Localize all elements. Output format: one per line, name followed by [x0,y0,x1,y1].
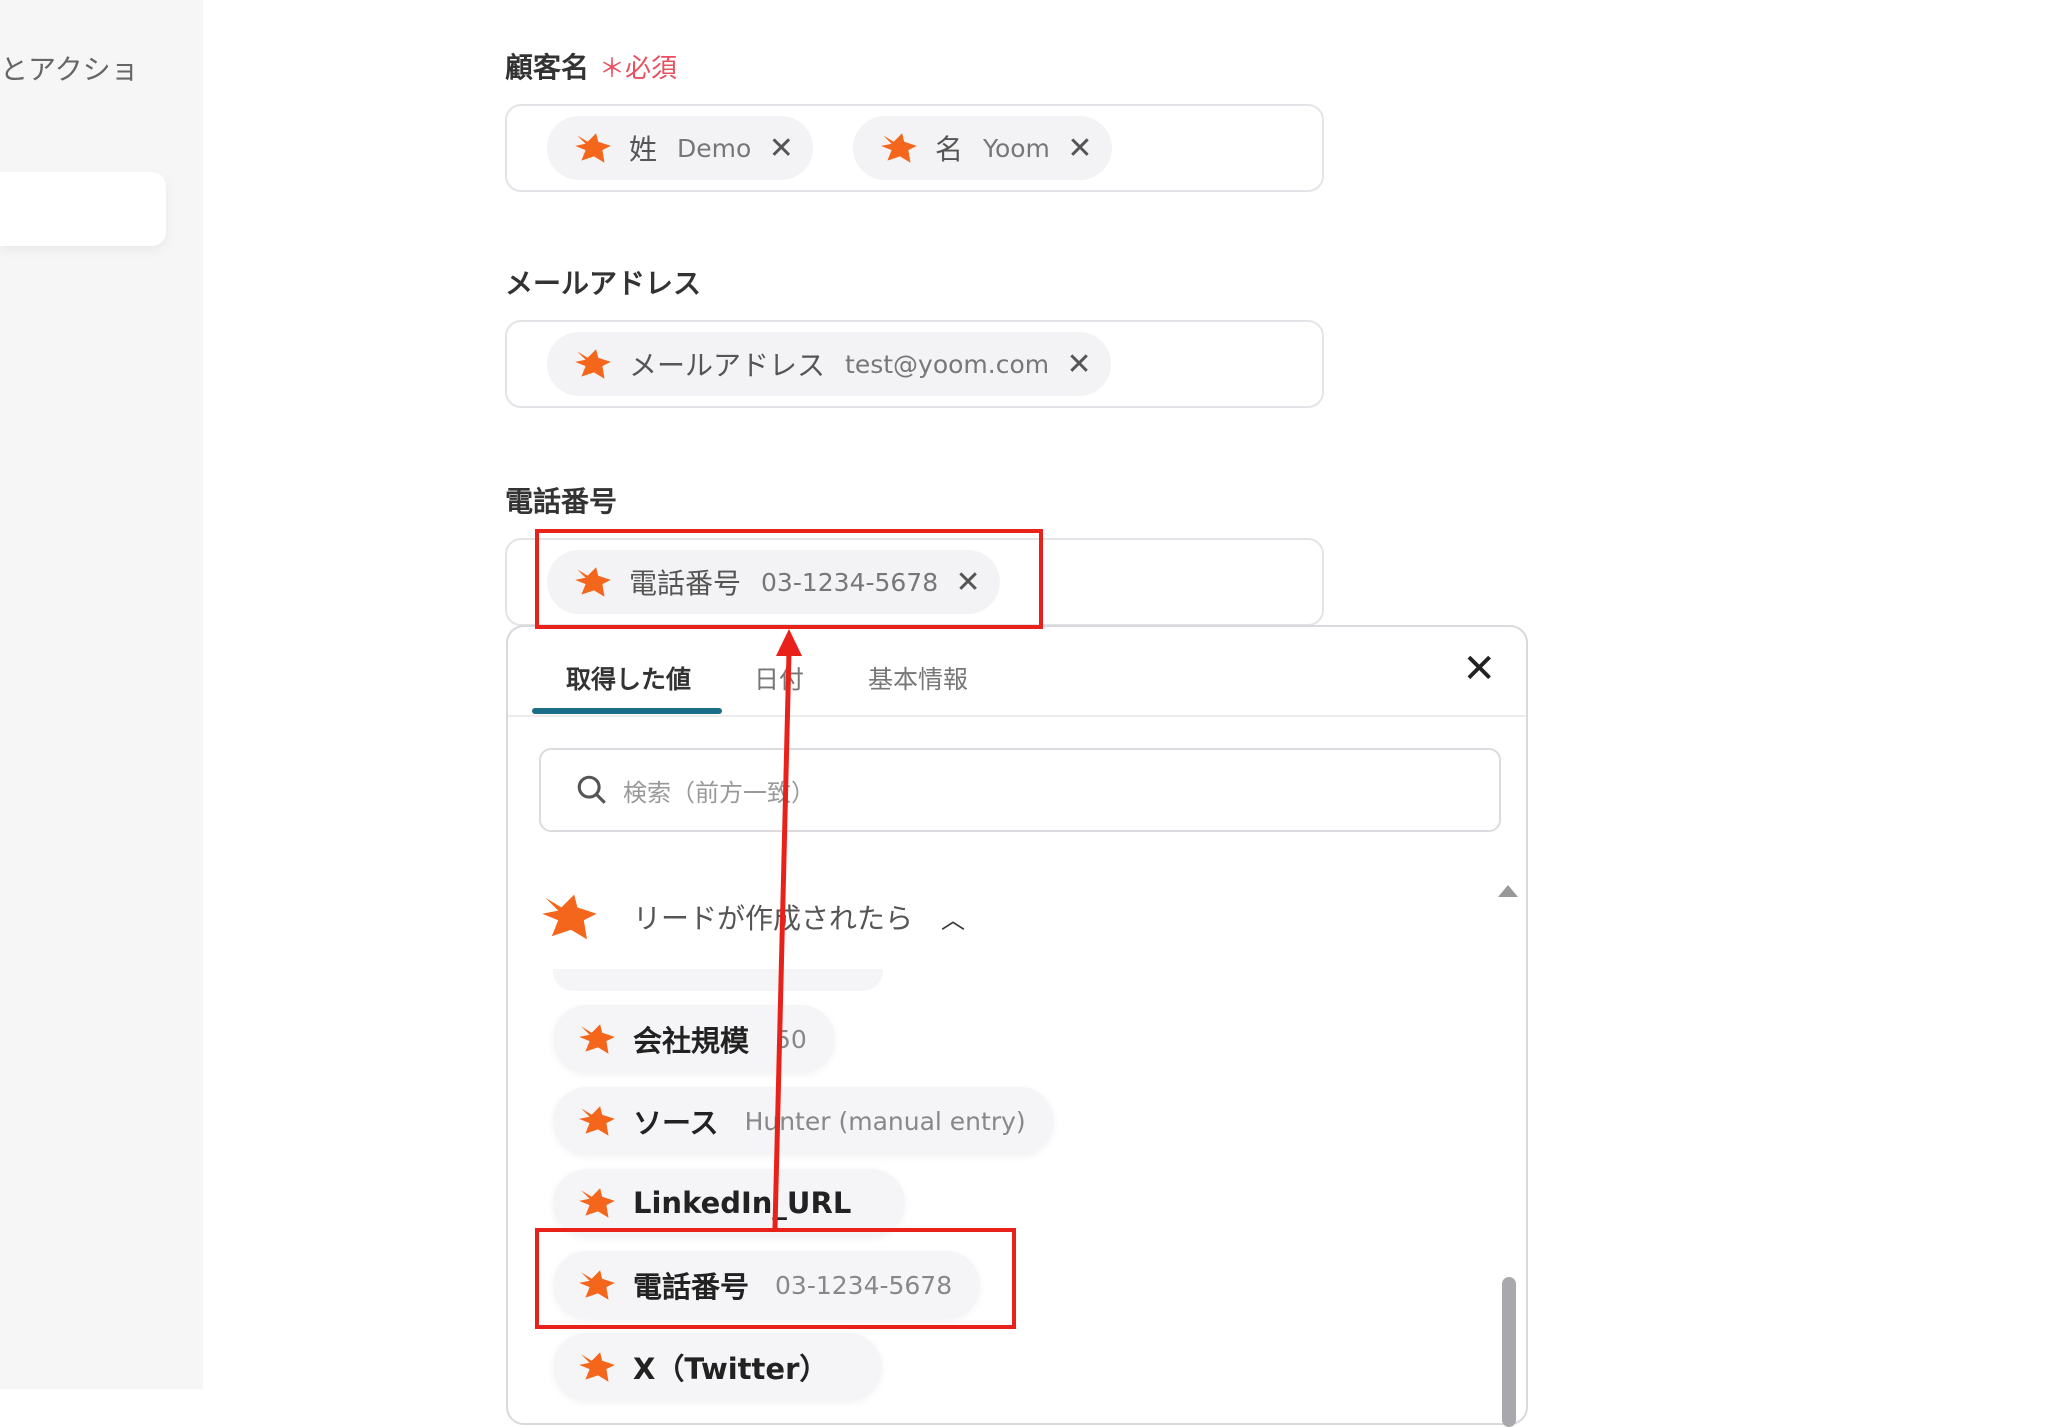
annotation-arrow [772,629,802,1229]
